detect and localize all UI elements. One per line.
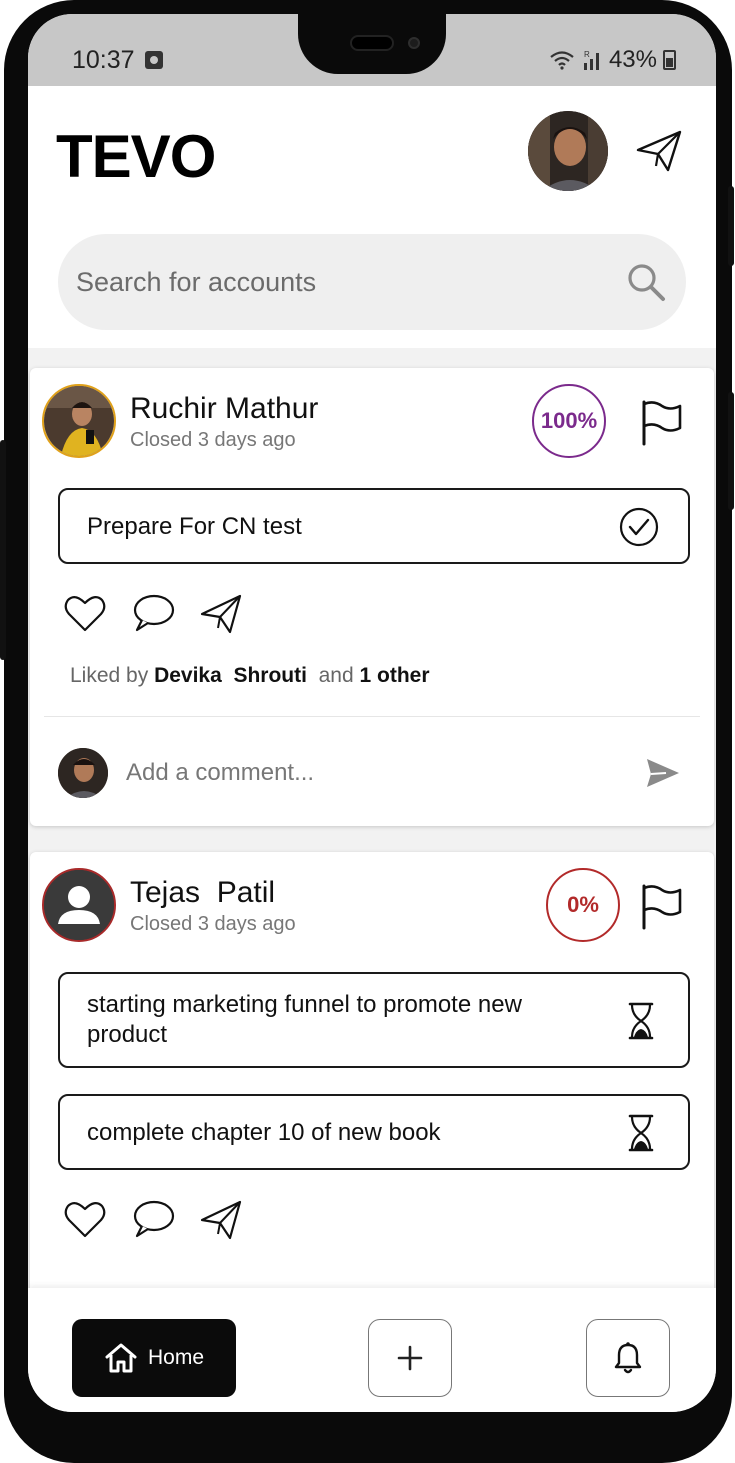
heart-icon[interactable] <box>62 1196 108 1242</box>
task-item[interactable]: complete chapter 10 of new book <box>58 1094 690 1170</box>
comment-icon[interactable] <box>130 1196 176 1242</box>
post-user-name[interactable]: Tejas Patil <box>130 876 275 910</box>
task-text: Prepare For CN test <box>87 513 302 540</box>
liked-others[interactable]: 1 other <box>360 664 430 687</box>
user-avatar[interactable] <box>42 868 116 942</box>
task-text: complete chapter 10 of new book <box>87 1119 441 1146</box>
nav-home-button[interactable]: Home <box>72 1319 236 1397</box>
task-item[interactable]: starting marketing funnel to promote new… <box>58 972 690 1068</box>
flag-icon[interactable] <box>638 882 686 930</box>
progress-badge: 100% <box>532 384 606 458</box>
signal-icon: R <box>583 50 599 70</box>
post-actions <box>62 1196 244 1242</box>
hourglass-icon <box>628 1114 654 1152</box>
battery-icon <box>663 50 676 70</box>
battery-percent: 43% <box>608 46 657 73</box>
profile-photo-icon <box>58 748 108 798</box>
paper-plane-icon[interactable] <box>634 126 684 176</box>
comment-icon[interactable] <box>130 590 176 636</box>
progress-badge: 0% <box>546 868 620 942</box>
search-bar <box>58 234 686 330</box>
notification-app-icon <box>145 51 163 69</box>
profile-avatar[interactable] <box>528 111 608 191</box>
bell-icon <box>614 1342 642 1374</box>
flag-icon[interactable] <box>638 398 686 446</box>
likes-summary[interactable]: Liked by Devika Shrouti and 1 other <box>70 664 430 688</box>
share-icon[interactable] <box>198 1196 244 1242</box>
check-circle-icon <box>619 507 659 547</box>
comment-avatar <box>58 748 108 798</box>
post-card: Tejas Patil Closed 3 days ago 0% startin… <box>30 852 714 1312</box>
status-indicators: R 43% <box>549 46 676 74</box>
home-icon <box>105 1343 137 1373</box>
liked-users[interactable]: Devika Shrouti <box>154 664 307 687</box>
camera-notch <box>298 14 446 74</box>
default-avatar-icon <box>44 870 114 940</box>
bottom-navigation: Home <box>28 1288 716 1412</box>
side-button <box>728 392 734 510</box>
nav-notifications-button[interactable] <box>586 1319 670 1397</box>
post-timestamp: Closed 3 days ago <box>130 429 296 451</box>
status-bar: 10:37 R 43% <box>28 14 716 86</box>
post-card: Ruchir Mathur Closed 3 days ago 100% Pre… <box>30 368 714 826</box>
task-text: starting marketing funnel to promote new… <box>87 991 522 1048</box>
volume-button <box>0 440 6 660</box>
post-timestamp: Closed 3 days ago <box>130 913 296 935</box>
profile-photo-icon <box>528 111 608 191</box>
nav-home-label: Home <box>147 1346 205 1369</box>
user-avatar[interactable] <box>42 384 116 458</box>
power-button <box>728 186 734 266</box>
liked-prefix: Liked by <box>70 664 155 687</box>
comment-input[interactable] <box>126 751 606 795</box>
send-icon[interactable] <box>644 754 682 792</box>
hourglass-icon <box>628 1002 654 1040</box>
wifi-icon <box>550 51 574 70</box>
divider <box>44 716 700 717</box>
status-time: 10:37 <box>72 46 135 74</box>
user-photo-icon <box>44 386 114 456</box>
search-icon[interactable] <box>624 260 668 304</box>
svg-text:R: R <box>584 50 590 59</box>
post-actions <box>62 590 244 636</box>
post-user-name[interactable]: Ruchir Mathur <box>130 392 318 426</box>
phone-frame: 10:37 R 43% TEVO Search for accounts Ruc… <box>0 0 734 1463</box>
nav-add-button[interactable] <box>368 1319 452 1397</box>
heart-icon[interactable] <box>62 590 108 636</box>
app-header: TEVO <box>28 86 716 348</box>
liked-mid: and <box>306 664 360 687</box>
app-title: TEVO <box>56 123 216 190</box>
share-icon[interactable] <box>198 590 244 636</box>
plus-icon <box>397 1345 423 1371</box>
search-input[interactable] <box>76 254 596 310</box>
screen: 10:37 R 43% TEVO Search for accounts Ruc… <box>28 14 716 1412</box>
task-item[interactable]: Prepare For CN test <box>58 488 690 564</box>
